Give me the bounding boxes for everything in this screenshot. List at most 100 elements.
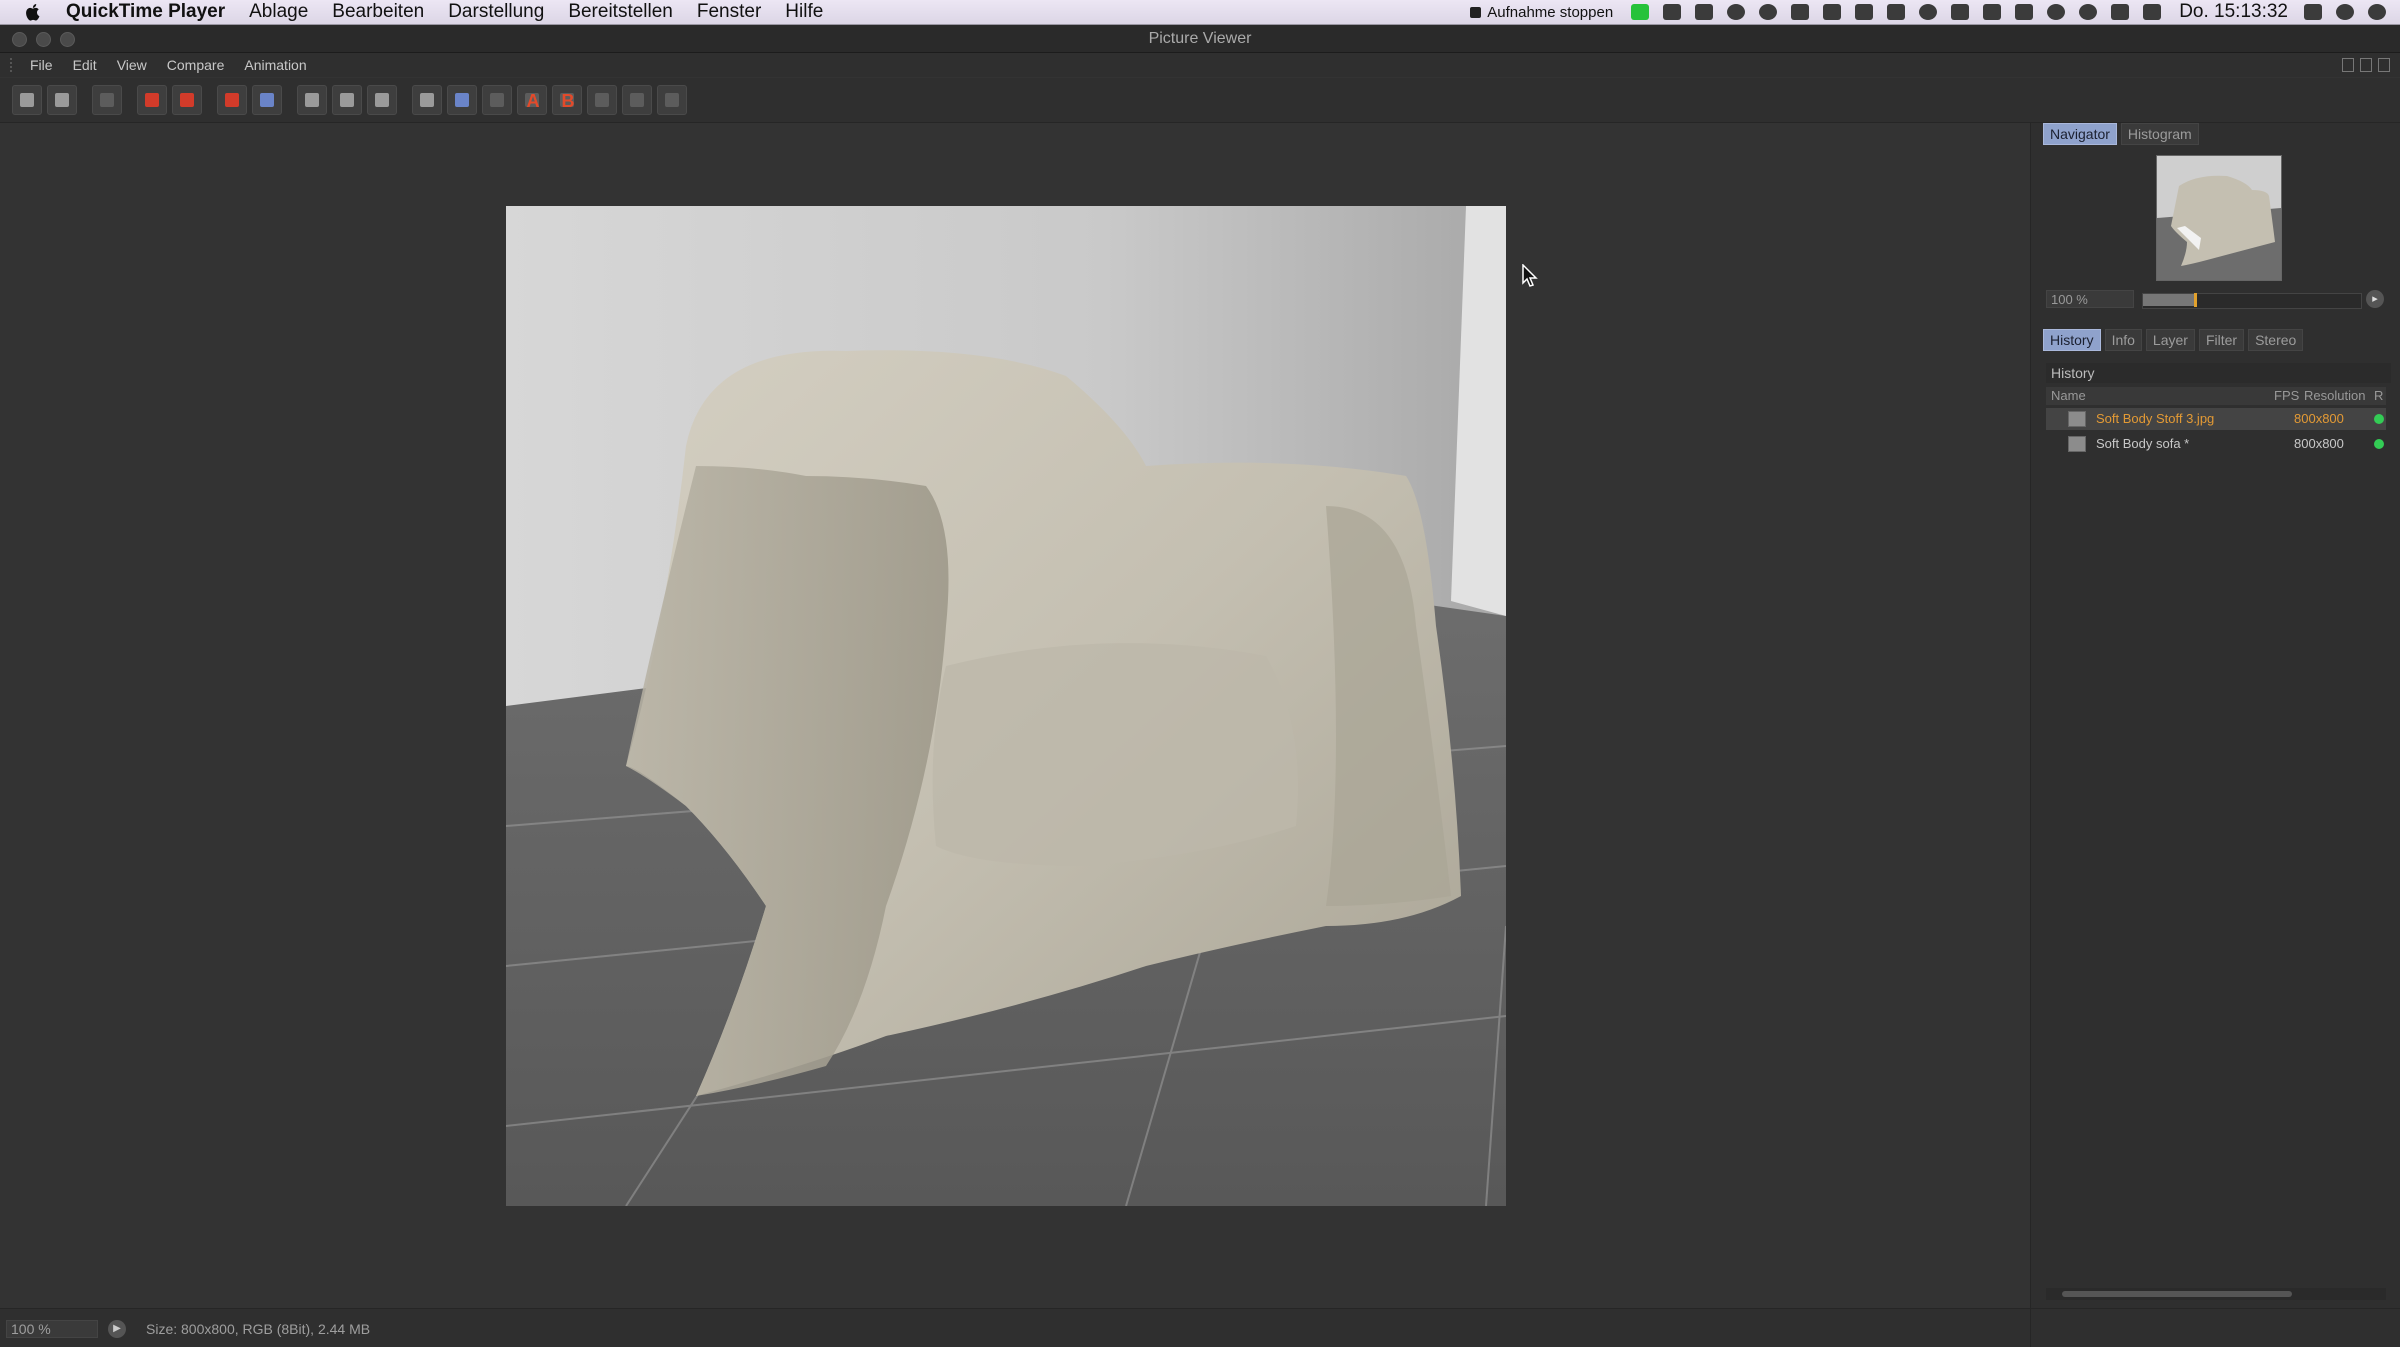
bluetooth-icon[interactable] [2047,4,2066,20]
volume-icon[interactable] [2143,4,2162,20]
window-icon[interactable] [1951,4,1970,20]
menu-ablage[interactable]: Ablage [249,1,308,23]
menu-grip-icon[interactable] [10,58,20,72]
history-column-headers: Name FPS Resolution R [2046,387,2386,405]
side-panel-footer [2030,1308,2400,1347]
battery-status-icon[interactable] [1631,4,1650,20]
compare-vertical-button[interactable] [622,85,652,115]
menu-compare[interactable]: Compare [167,57,225,73]
status-zoom-field[interactable]: 100 % [6,1320,98,1338]
zoom-window-icon[interactable] [60,32,75,47]
notes-icon[interactable] [1823,4,1842,20]
navigator-zoom-slider[interactable] [2142,293,2362,309]
sync-icon[interactable] [1727,4,1746,20]
tab-histogram[interactable]: Histogram [2120,123,2199,145]
menu-fenster[interactable]: Fenster [697,1,761,23]
menubar-clock[interactable]: Do. 15:13:32 [2179,1,2288,23]
history-row[interactable]: Soft Body sofa * 800x800 [2046,433,2386,455]
camera-icon[interactable] [1695,4,1714,20]
image-thumbnail-icon [2068,436,2086,452]
tab-history[interactable]: History [2043,329,2101,351]
user-icon[interactable] [2336,4,2354,20]
sync-arrows-icon[interactable] [2079,4,2098,20]
keyboard-icon[interactable] [2111,4,2130,20]
layout-single-icon[interactable] [2342,58,2354,72]
navigator-zoom-field[interactable]: 100 % [2046,290,2134,308]
window-layout-controls [2336,58,2390,72]
navigator-thumbnail[interactable] [2156,155,2282,281]
app-menu-bar: File Edit View Compare Animation [0,53,2400,77]
view-fit-button[interactable] [332,85,362,115]
image-viewer-area[interactable] [0,123,2030,1308]
menu-darstellung[interactable]: Darstellung [448,1,544,23]
set-a-button[interactable]: A [517,85,547,115]
lock-icon[interactable] [2015,4,2034,20]
settings-button[interactable] [92,85,122,115]
compare-horizontal-button[interactable] [587,85,617,115]
record-stop-icon [1470,6,1482,18]
refresh-icon[interactable] [1759,4,1778,20]
zoom-options-button[interactable]: ▸ [2366,290,2384,308]
stop-render-button[interactable] [217,85,247,115]
zoom-slider-fill [2143,294,2196,306]
compare-difference-button[interactable] [657,85,687,115]
view-actual-button[interactable] [367,85,397,115]
column-resolution[interactable]: Resolution [2304,387,2365,405]
scrollbar-thumb[interactable] [2062,1291,2292,1297]
tab-stereo[interactable]: Stereo [2248,329,2304,351]
stop-recording-label: Aufnahme stoppen [1487,3,1614,21]
open-file-button[interactable] [12,85,42,115]
menu-edit[interactable]: Edit [73,57,97,73]
render-region-button[interactable] [137,85,167,115]
menu-file[interactable]: File [30,57,53,73]
eject-icon[interactable] [2304,4,2322,20]
stop-recording-item[interactable]: Aufnahme stoppen [1470,4,1613,21]
history-horizontal-scrollbar[interactable] [2046,1288,2386,1300]
compare-swap-button[interactable] [482,85,512,115]
minimize-window-icon[interactable] [36,32,51,47]
render-queue-button[interactable] [252,85,282,115]
history-item-resolution: 800x800 [2294,436,2344,451]
time-machine-icon[interactable] [1919,4,1938,20]
column-r[interactable]: R [2374,387,2383,405]
spotlight-search-icon[interactable] [2368,4,2386,20]
navigator-zoom-row: 100 % ▸ [2046,290,2384,310]
play-icon[interactable]: ▶ [108,1320,126,1338]
menu-view[interactable]: View [117,57,147,73]
tab-layer[interactable]: Layer [2145,329,2195,351]
history-item-name: Soft Body sofa * [2096,436,2190,451]
display-icon[interactable] [1983,4,2002,20]
set-b-button[interactable]: B [552,85,582,115]
tab-filter[interactable]: Filter [2198,329,2245,351]
dropbox-icon[interactable] [1855,4,1874,20]
history-row[interactable]: Soft Body Stoff 3.jpg 800x800 [2046,408,2386,430]
column-name[interactable]: Name [2051,387,2086,405]
view-full-button[interactable] [297,85,327,115]
film-icon[interactable] [1791,4,1810,20]
image-info-text: Size: 800x800, RGB (8Bit), 2.44 MB [146,1321,371,1337]
zoom-slider-handle[interactable] [2194,293,2198,307]
column-fps[interactable]: FPS [2274,387,2299,405]
save-file-button[interactable] [47,85,77,115]
render-active-button[interactable] [172,85,202,115]
apple-logo-icon[interactable] [22,1,44,23]
grid-icon[interactable] [1887,4,1906,20]
layout-split-icon[interactable] [2360,58,2372,72]
screen-icon[interactable] [1663,4,1682,20]
tab-navigator[interactable]: Navigator [2043,123,2117,145]
layout-expand-icon[interactable] [2378,58,2390,72]
menu-bereitstellen[interactable]: Bereitstellen [568,1,673,23]
tab-info[interactable]: Info [2104,329,2142,351]
mouse-cursor-icon [1522,264,1538,287]
menu-animation[interactable]: Animation [244,57,306,73]
close-window-icon[interactable] [12,32,27,47]
menu-bearbeiten[interactable]: Bearbeiten [332,1,424,23]
app-name-menu[interactable]: QuickTime Player [66,1,225,23]
status-dot-icon [2374,439,2384,449]
menubar-status-area: Aufnahme stoppen Do. 15:13:32 [1470,0,2400,24]
compare-mode-button[interactable] [412,85,442,115]
compare-split-button[interactable] [447,85,477,115]
menu-hilfe[interactable]: Hilfe [785,1,823,23]
compare-b-label: B [561,91,575,111]
window-title: Picture Viewer [1148,30,1252,47]
